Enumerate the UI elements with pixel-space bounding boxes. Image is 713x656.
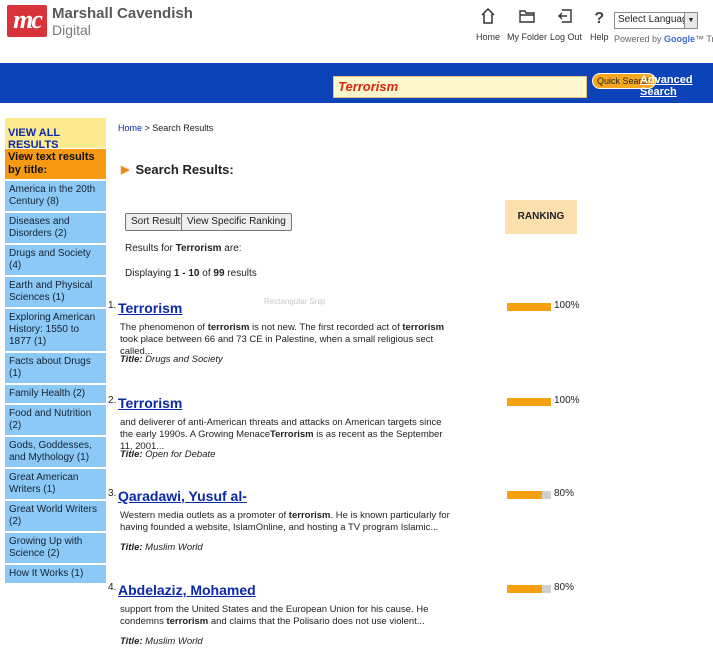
result-title-link[interactable]: Terrorism: [118, 395, 182, 411]
result-title-link[interactable]: Qaradawi, Yusuf al-: [118, 488, 247, 504]
results-sidebar: VIEW ALL RESULTS View text results by ti…: [5, 118, 106, 583]
search-input[interactable]: Terrorism: [333, 76, 587, 98]
ranking-percent: 100%: [554, 395, 580, 406]
displaying-range: 1 - 10: [173, 268, 200, 279]
result-snippet: and deliverer of anti-American threats a…: [120, 417, 443, 452]
powered-by-text: Powered by Google™ Translate: [614, 34, 713, 44]
sidebar-item[interactable]: How It Works (1): [5, 565, 106, 583]
sidebar-item[interactable]: Exploring American History: 1550 to 1877…: [5, 309, 106, 351]
sidebar-item[interactable]: Diseases and Disorders (2): [5, 213, 106, 243]
language-select[interactable]: Select Language ▼: [614, 12, 698, 29]
sidebar-item[interactable]: Drugs and Society (4): [5, 245, 106, 275]
help-label: Help: [590, 32, 609, 42]
view-all-results: VIEW ALL RESULTS: [5, 118, 106, 151]
sidebar-item[interactable]: Great American Writers (1): [5, 469, 106, 499]
logout-icon: [558, 8, 574, 30]
sidebar-item[interactable]: Earth and Physical Sciences (1): [5, 277, 106, 307]
sidebar-item[interactable]: Gods, Goddesses, and Mythology (1): [5, 437, 106, 467]
brand-name: Marshall Cavendish: [52, 5, 193, 22]
help-button[interactable]: ? Help: [590, 8, 609, 42]
language-widget: Select Language ▼ Powered by Google™ Tra…: [614, 12, 713, 44]
result-snippet: support from the United States and the E…: [120, 604, 429, 627]
ranking-bar: [507, 303, 551, 311]
result-source-title: Muslim World: [145, 542, 203, 553]
dropdown-arrow-icon: ▼: [684, 13, 697, 28]
ranking-bar-fill: [507, 303, 551, 311]
logo-mark: mc: [7, 5, 47, 37]
result-source-label: Title:: [120, 636, 143, 647]
home-label: Home: [476, 32, 501, 42]
home-button[interactable]: Home: [476, 7, 501, 42]
results-for-term: Terrorism: [175, 243, 222, 254]
displaying-mid: of: [199, 268, 214, 279]
translate-label: ™ Translate: [695, 34, 713, 44]
breadcrumb: Home > Search Results: [118, 123, 213, 133]
my-folder-button[interactable]: My Folder: [507, 8, 547, 42]
sidebar-item[interactable]: America in the 20th Century (8): [5, 181, 106, 211]
result-source-title: Drugs and Society: [145, 354, 223, 365]
ranking-bar-fill: [507, 585, 543, 593]
triangle-bullet-icon: ▶: [121, 164, 130, 176]
page-title: ▶ Search Results:: [121, 162, 234, 177]
help-icon: ?: [594, 10, 605, 27]
result-number: 4.: [108, 582, 117, 593]
breadcrumb-separator: >: [142, 123, 153, 133]
sidebar-heading: View text results by title:: [5, 149, 106, 179]
result-source: Title: Muslim World: [120, 636, 203, 647]
result-source: Title: Muslim World: [120, 542, 203, 553]
ranking-bar-fill: [507, 491, 543, 499]
home-icon: [481, 7, 495, 30]
ranking-percent: 80%: [554, 488, 575, 499]
my-folder-label: My Folder: [507, 32, 548, 42]
language-select-value: Select Language: [618, 14, 694, 25]
result-source: Title: Drugs and Society: [120, 354, 223, 365]
brand-logo[interactable]: mc Marshall Cavendish Digital: [7, 5, 193, 38]
result-source-label: Title:: [120, 542, 143, 553]
results-for-suffix: are:: [221, 243, 242, 254]
displaying-count: Displaying 1 - 10 of 99 results: [125, 268, 257, 279]
page-title-text: Search Results:: [135, 162, 234, 177]
logout-button[interactable]: Log Out: [550, 8, 582, 42]
sidebar-item[interactable]: Family Health (2): [5, 385, 106, 403]
view-all-results-link[interactable]: VIEW ALL RESULTS: [8, 127, 60, 151]
ranking-bar: [507, 491, 551, 499]
result-snippet: Western media outlets as a promoter of t…: [120, 510, 450, 533]
sidebar-item[interactable]: Growing Up with Science (2): [5, 533, 106, 563]
results-for-text: Results for Terrorism are:: [125, 243, 242, 254]
breadcrumb-home-link[interactable]: Home: [118, 123, 142, 133]
google-logo: Google: [664, 34, 696, 44]
displaying-total: 99: [213, 268, 225, 279]
result-number: 3.: [108, 488, 117, 499]
advanced-search-link[interactable]: Advanced Search: [640, 74, 713, 98]
snip-tooltip: Rectangular Snip: [264, 297, 326, 306]
sidebar-item[interactable]: Facts about Drugs (1): [5, 353, 106, 383]
result-source-label: Title:: [120, 354, 143, 365]
result-source-title: Open for Debate: [145, 449, 216, 460]
powered-prefix: Powered by: [614, 34, 662, 44]
result-title-link[interactable]: Abdelaziz, Mohamed: [118, 582, 256, 598]
result-title-link[interactable]: Terrorism: [118, 300, 182, 316]
brand-subname: Digital: [52, 22, 91, 38]
ranking-bar: [507, 398, 551, 406]
ranking-percent: 80%: [554, 582, 575, 593]
result-source-label: Title:: [120, 449, 143, 460]
displaying-prefix: Displaying: [125, 268, 174, 279]
ranking-bar: [507, 585, 551, 593]
sidebar-item[interactable]: Food and Nutrition (2): [5, 405, 106, 435]
view-specific-ranking-button[interactable]: View Specific Ranking: [181, 213, 292, 231]
result-source: Title: Open for Debate: [120, 449, 215, 460]
result-number: 1.: [108, 300, 117, 311]
logout-label: Log Out: [550, 32, 583, 42]
result-snippet: The phenomenon of terrorism is not new. …: [120, 322, 445, 357]
breadcrumb-current: Search Results: [152, 123, 214, 133]
folder-icon: [519, 8, 535, 30]
result-source-title: Muslim World: [145, 636, 203, 647]
ranking-bar-fill: [507, 398, 551, 406]
displaying-suffix: results: [224, 268, 257, 279]
ranking-percent: 100%: [554, 300, 580, 311]
result-number: 2.: [108, 395, 117, 406]
sidebar-item[interactable]: Great World Writers (2): [5, 501, 106, 531]
results-for-prefix: Results for: [125, 243, 176, 254]
ranking-header: RANKING: [505, 200, 577, 234]
